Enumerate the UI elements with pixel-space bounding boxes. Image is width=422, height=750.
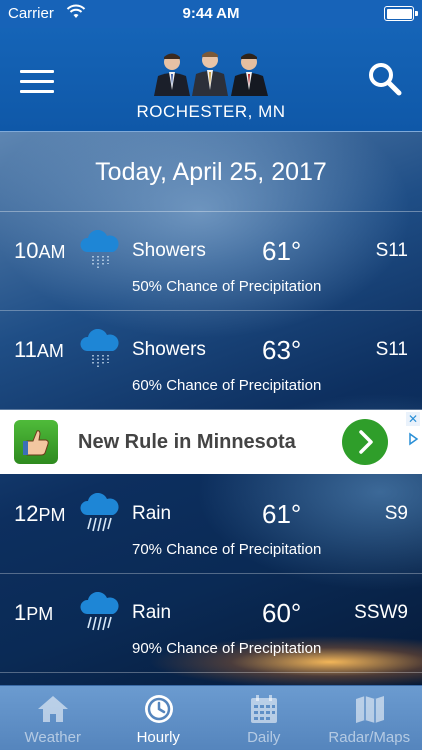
- hour-precip: 70% Chance of Precipitation: [132, 541, 322, 558]
- hour-temperature: 61°: [262, 236, 302, 266]
- status-time: 9:44 AM: [182, 5, 240, 22]
- clock-icon: [144, 695, 173, 723]
- hour-time: 11AM: [14, 337, 64, 362]
- hour-wind: S11: [375, 240, 408, 261]
- chevron-right-icon: [359, 430, 373, 454]
- hour-wind: S11: [375, 339, 408, 360]
- tab-hourly[interactable]: Hourly: [106, 686, 212, 750]
- showers-icon: [80, 329, 119, 367]
- tab-weather[interactable]: Weather: [0, 686, 106, 750]
- status-bar: Carrier 9:44 AM: [0, 0, 422, 28]
- ad-open-button[interactable]: [342, 419, 388, 465]
- search-icon[interactable]: [368, 62, 402, 96]
- adchoices-icon[interactable]: [406, 432, 420, 446]
- hour-wind: S9: [384, 503, 408, 524]
- battery-icon: [384, 6, 418, 21]
- tab-label: Hourly: [136, 729, 180, 746]
- hour-condition: Rain: [132, 602, 172, 623]
- ad-close-icon[interactable]: ✕: [406, 412, 420, 426]
- date-header: Today, April 25, 2017: [0, 132, 422, 212]
- hour-precip: 50% Chance of Precipitation: [132, 278, 322, 295]
- date-label: Today, April 25, 2017: [95, 158, 327, 186]
- tab-label: Weather: [24, 729, 81, 746]
- hour-condition: Rain: [132, 503, 172, 524]
- tab-label: Radar/Maps: [328, 729, 411, 746]
- ad-headline[interactable]: New Rule in Minnesota: [78, 431, 296, 454]
- rain-icon: [80, 592, 119, 631]
- ad-banner[interactable]: New Rule in Minnesota ✕: [0, 410, 422, 474]
- thumbs-up-icon: [14, 420, 58, 464]
- rain-icon: [80, 493, 119, 532]
- hour-precip: 60% Chance of Precipitation: [132, 377, 322, 394]
- meteorologists-photo: [154, 51, 268, 96]
- tab-radar-maps[interactable]: Radar/Maps: [317, 686, 422, 750]
- hour-wind: SSW9: [354, 602, 408, 623]
- location-label[interactable]: ROCHESTER, MN: [0, 102, 422, 122]
- hour-condition: Showers: [132, 240, 206, 261]
- tab-label: Daily: [247, 729, 281, 746]
- tab-daily[interactable]: Daily: [211, 686, 317, 750]
- calendar-icon: [251, 695, 277, 723]
- app-header: ROCHESTER, MN: [0, 28, 422, 132]
- hour-row[interactable]: 10AM Showers 61° S11 50% Chance of Preci…: [0, 212, 422, 311]
- hour-temperature: 60°: [262, 598, 302, 628]
- tab-bar: Weather Hourly Daily Radar/Maps: [0, 685, 422, 750]
- hour-precip: 90% Chance of Precipitation: [132, 640, 322, 657]
- hour-temperature: 63°: [262, 335, 302, 365]
- hour-time: 10AM: [14, 238, 66, 263]
- hour-time: 12PM: [14, 501, 66, 526]
- hour-row[interactable]: 1PM Rain 60° SSW9 90% Chance of Precipit…: [0, 574, 422, 673]
- hour-temperature: 61°: [262, 499, 302, 529]
- hour-row[interactable]: 12PM Rain 61° S9 70% Chance of Precipita…: [0, 475, 422, 574]
- hour-row[interactable]: 11AM Showers 63° S11 60% Chance of Preci…: [0, 311, 422, 410]
- home-icon: [38, 696, 68, 722]
- map-icon: [355, 696, 384, 723]
- hour-time: 1PM: [14, 600, 54, 625]
- hourly-forecast: Today, April 25, 2017 10AM Showers 61° S…: [0, 132, 422, 685]
- hamburger-menu-icon[interactable]: [20, 70, 54, 94]
- hour-condition: Showers: [132, 339, 206, 360]
- showers-icon: [80, 230, 119, 268]
